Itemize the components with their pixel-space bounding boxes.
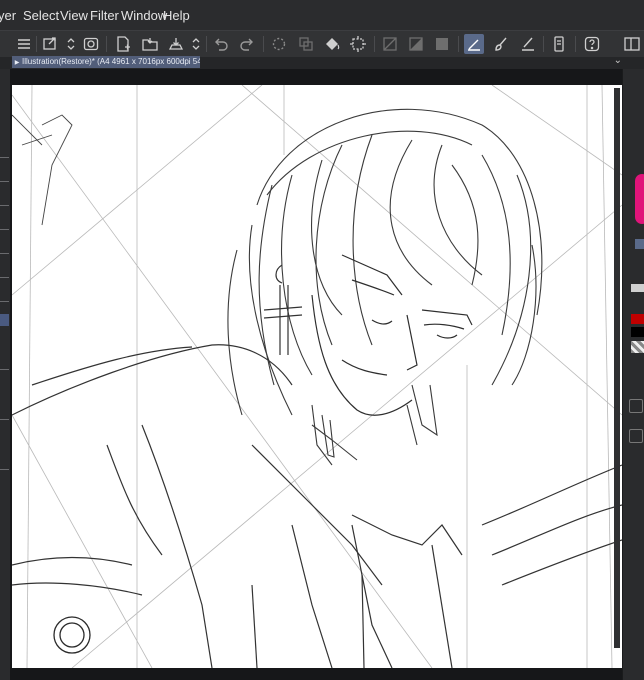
device-icon[interactable] bbox=[549, 34, 569, 54]
chevron-updown-icon[interactable] bbox=[66, 34, 76, 54]
right-panel bbox=[622, 69, 644, 680]
toolbar-separator bbox=[374, 36, 375, 52]
menu-help[interactable]: Help bbox=[163, 8, 190, 23]
swatch-red[interactable] bbox=[631, 314, 644, 324]
fill-icon[interactable] bbox=[322, 34, 342, 54]
save-icon[interactable] bbox=[166, 34, 186, 54]
open-folder-icon[interactable] bbox=[140, 34, 160, 54]
mask-icon[interactable] bbox=[406, 34, 426, 54]
toolbar-separator bbox=[575, 36, 576, 52]
redo-icon[interactable] bbox=[237, 34, 257, 54]
brush-icon[interactable] bbox=[491, 34, 511, 54]
help-icon[interactable] bbox=[582, 34, 602, 54]
toolbar-separator bbox=[206, 36, 207, 52]
spinner-icon[interactable] bbox=[269, 34, 289, 54]
toolbar-separator bbox=[263, 36, 264, 52]
chevron-updown-icon[interactable] bbox=[191, 34, 201, 54]
new-canvas-icon[interactable] bbox=[40, 34, 60, 54]
pen-icon[interactable] bbox=[464, 34, 484, 54]
menu-filter[interactable]: Filter bbox=[90, 8, 119, 23]
toolbar-separator bbox=[36, 36, 37, 52]
toolbar-separator bbox=[543, 36, 544, 52]
copy-icon[interactable] bbox=[296, 34, 316, 54]
menu-select[interactable]: Select bbox=[23, 8, 59, 23]
command-bar bbox=[0, 30, 644, 58]
menu-layer[interactable]: yer bbox=[0, 8, 16, 23]
tool-palette bbox=[0, 69, 10, 680]
menu-window[interactable]: Window bbox=[121, 8, 167, 23]
workspace-icon[interactable] bbox=[622, 34, 642, 54]
layer-icon[interactable] bbox=[81, 34, 101, 54]
transform-icon[interactable] bbox=[348, 34, 368, 54]
color-wheel-swatch[interactable] bbox=[635, 174, 644, 224]
vertical-scrollbar[interactable] bbox=[614, 88, 620, 648]
tab-arrow-icon: ▶ bbox=[14, 60, 20, 66]
canvas-paper[interactable] bbox=[12, 85, 622, 668]
menu-bar: yer Select View Filter Window Help bbox=[0, 0, 644, 30]
sketch-artwork bbox=[12, 85, 622, 668]
document-tab[interactable]: ▶ Illustration(Restore)* (A4 4961 x 7016p… bbox=[12, 56, 200, 68]
erase-icon[interactable] bbox=[432, 34, 452, 54]
clip-icon[interactable] bbox=[380, 34, 400, 54]
undo-icon[interactable] bbox=[211, 34, 231, 54]
menu-icon[interactable] bbox=[14, 34, 34, 54]
pencil-icon[interactable] bbox=[518, 34, 538, 54]
swatch-white[interactable] bbox=[631, 284, 644, 292]
menu-view[interactable]: View bbox=[60, 8, 88, 23]
swatch-black[interactable] bbox=[631, 327, 644, 337]
toolbar-separator bbox=[106, 36, 107, 52]
tool-selected-marker[interactable] bbox=[0, 314, 9, 326]
new-file-icon[interactable] bbox=[113, 34, 133, 54]
document-tab-title: Illustration(Restore)* (A4 4961 x 7016px… bbox=[22, 57, 200, 66]
toolbar-separator bbox=[458, 36, 459, 52]
swatch-transparent[interactable] bbox=[631, 341, 644, 353]
panel-button[interactable] bbox=[629, 429, 643, 443]
panel-button[interactable] bbox=[629, 399, 643, 413]
panel-toggle[interactable] bbox=[635, 239, 644, 249]
chevron-down-icon[interactable]: ⌄ bbox=[614, 55, 622, 66]
